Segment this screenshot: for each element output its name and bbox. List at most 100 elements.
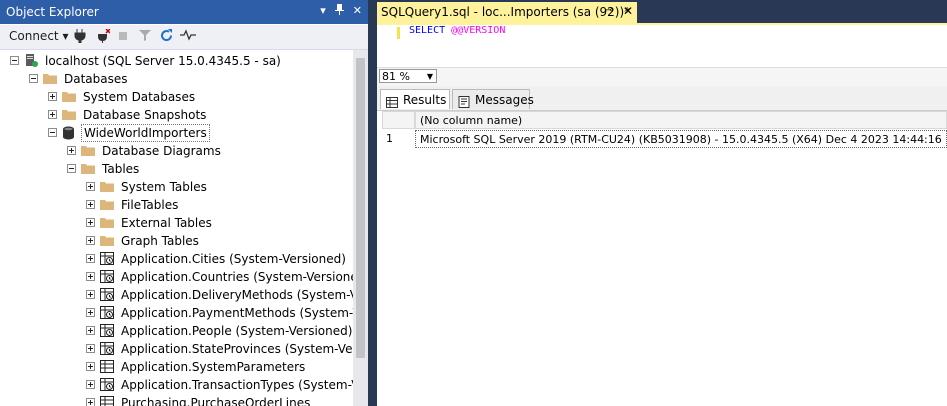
expand-icon[interactable]	[86, 398, 95, 406]
expand-icon[interactable]	[86, 290, 95, 299]
editor-status-bar: 81 % ▼	[377, 67, 947, 86]
connect-plug-icon[interactable]	[74, 29, 86, 46]
folder-icon	[62, 108, 77, 121]
query-code-line[interactable]: SELECT @@VERSION	[409, 25, 505, 36]
pin-icon[interactable]	[334, 4, 344, 18]
tree-node[interactable]: Tables	[0, 160, 353, 178]
expand-icon[interactable]	[48, 92, 57, 101]
disconnect-icon[interactable]	[96, 28, 111, 46]
tree-node[interactable]: Graph Tables	[0, 232, 353, 250]
collapse-icon[interactable]	[48, 128, 57, 137]
expand-icon[interactable]	[86, 200, 95, 209]
tab-results-label: Results	[403, 93, 447, 107]
tree-node[interactable]: Application.SystemParameters	[0, 358, 353, 376]
tree-node-label: Application.StateProvinces (System-Versi…	[121, 342, 353, 356]
tree-node-label: Database Diagrams	[102, 144, 221, 158]
tree-node[interactable]: Database Snapshots	[0, 106, 353, 124]
sql-system-variable: @@VERSION	[451, 25, 506, 36]
tree-node-label: localhost (SQL Server 15.0.4345.5 - sa)	[45, 54, 281, 68]
query-editor[interactable]: SELECT @@VERSION	[377, 23, 947, 69]
folder-icon	[100, 216, 115, 229]
tree-node-label: FileTables	[121, 198, 179, 212]
tree-node[interactable]: Application.Countries (System-Versioned)	[0, 268, 353, 286]
stop-icon[interactable]	[118, 29, 128, 43]
scrollbar-thumb[interactable]	[356, 58, 365, 358]
folder-icon	[81, 144, 96, 157]
expand-icon[interactable]	[48, 110, 57, 119]
expand-icon[interactable]	[86, 380, 95, 389]
versioned-table-icon	[100, 306, 115, 319]
expand-icon[interactable]	[86, 254, 95, 263]
tree-node-label: Tables	[102, 162, 140, 176]
tree-node[interactable]: Databases	[0, 70, 353, 88]
close-icon[interactable]: ✕	[353, 4, 362, 18]
tree-node[interactable]: System Tables	[0, 178, 353, 196]
activity-monitor-icon[interactable]	[180, 29, 196, 44]
tree-node-label: Graph Tables	[121, 234, 199, 248]
tree-node[interactable]: Application.DeliveryMethods (System-Vers…	[0, 286, 353, 304]
tree-node-label: Databases	[64, 72, 128, 86]
filter-icon[interactable]	[139, 29, 151, 44]
expand-icon[interactable]	[86, 362, 95, 371]
expand-icon[interactable]	[86, 344, 95, 353]
table-icon	[100, 396, 115, 406]
column-header[interactable]: (No column name)	[415, 111, 947, 129]
query-document-tab[interactable]: SQLQuery1.sql - loc...Importers (sa (92)…	[377, 2, 637, 23]
connect-button[interactable]: Connect ▾	[9, 29, 68, 43]
collapse-icon[interactable]	[29, 74, 38, 83]
window-position-dropdown-icon[interactable]: ▾	[320, 4, 326, 18]
table-icon	[100, 360, 115, 373]
object-explorer-title: Object Explorer	[6, 5, 99, 19]
object-explorer-toolbar: Connect ▾	[0, 25, 368, 50]
tree-node[interactable]: FileTables	[0, 196, 353, 214]
versioned-table-icon	[100, 288, 115, 301]
collapse-icon[interactable]	[10, 56, 19, 65]
tree-node[interactable]: Application.StateProvinces (System-Versi…	[0, 340, 353, 358]
collapse-icon[interactable]	[67, 164, 76, 173]
tree-vertical-scrollbar[interactable]	[353, 50, 368, 406]
sql-keyword: SELECT	[409, 25, 446, 36]
tab-pin-icon[interactable]: ⊸	[605, 5, 613, 16]
folder-icon	[62, 90, 77, 103]
zoom-dropdown[interactable]: 81 % ▼	[379, 69, 437, 83]
expand-icon[interactable]	[86, 326, 95, 335]
refresh-icon[interactable]	[160, 29, 173, 45]
database-icon	[62, 126, 77, 140]
tree-node-label: WideWorldImporters	[81, 124, 210, 142]
expand-icon[interactable]	[86, 182, 95, 191]
tab-close-icon[interactable]: ✕	[623, 4, 633, 18]
grid-cell[interactable]: Microsoft SQL Server 2019 (RTM-CU24) (KB…	[415, 130, 947, 148]
expand-icon[interactable]	[86, 218, 95, 227]
tree-node-label: System Databases	[83, 90, 196, 104]
tree-node-label: Application.Cities (System-Versioned)	[121, 252, 346, 266]
tab-results[interactable]: Results	[380, 89, 450, 109]
expand-icon[interactable]	[86, 308, 95, 317]
tree-node[interactable]: Purchasing.PurchaseOrderLines	[0, 394, 353, 406]
tree-node[interactable]: WideWorldImporters	[0, 124, 353, 142]
tree-node[interactable]: Application.People (System-Versioned)	[0, 322, 353, 340]
tree-node[interactable]: Application.Cities (System-Versioned)	[0, 250, 353, 268]
tab-messages[interactable]: Messages	[452, 89, 534, 109]
tree-node[interactable]: Application.TransactionTypes (System-Ver…	[0, 376, 353, 394]
pane-splitter[interactable]	[368, 0, 377, 406]
folder-icon	[100, 198, 115, 211]
object-explorer-titlebar: Object Explorer ▾ ✕	[0, 0, 368, 24]
change-tracking-margin	[397, 27, 400, 39]
query-tab-title: SQLQuery1.sql - loc...Importers (sa (92)…	[381, 5, 631, 19]
versioned-table-icon	[100, 378, 115, 391]
tree-node[interactable]: System Databases	[0, 88, 353, 106]
tree-node[interactable]: Application.PaymentMethods (System-Vers	[0, 304, 353, 322]
results-tab-strip: Results Messages	[377, 86, 947, 111]
tree-node[interactable]: Database Diagrams	[0, 142, 353, 160]
tree-node[interactable]: localhost (SQL Server 15.0.4345.5 - sa)	[0, 52, 353, 70]
row-number: 1	[386, 132, 393, 145]
expand-icon[interactable]	[86, 236, 95, 245]
expand-icon[interactable]	[67, 146, 76, 155]
chevron-down-icon: ▼	[426, 72, 433, 81]
tree-node-label: Application.PaymentMethods (System-Vers	[121, 306, 353, 320]
folder-icon	[100, 180, 115, 193]
tree-node-label: Application.DeliveryMethods (System-Vers…	[121, 288, 353, 302]
expand-icon[interactable]	[86, 272, 95, 281]
tree-node[interactable]: External Tables	[0, 214, 353, 232]
tree-node-label: Application.TransactionTypes (System-Ver…	[121, 378, 353, 392]
